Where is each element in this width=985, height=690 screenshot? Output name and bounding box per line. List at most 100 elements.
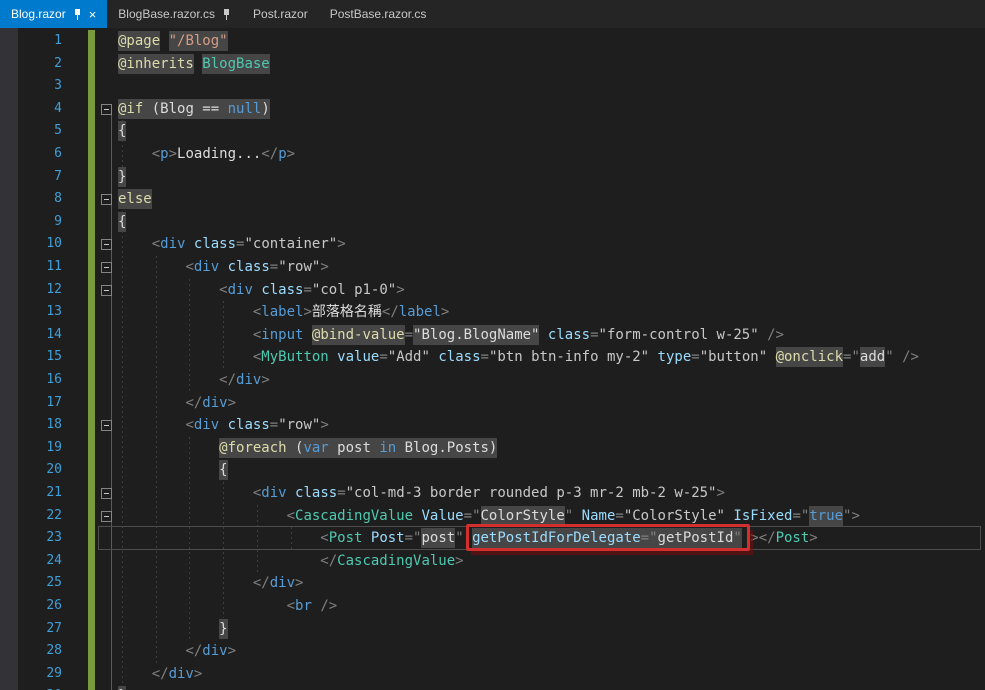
fold-collapse-icon[interactable] bbox=[101, 103, 112, 115]
code-text: </div> bbox=[252, 575, 304, 592]
code-line-28[interactable]: 28 </div> bbox=[0, 640, 985, 663]
line-number: 6 bbox=[54, 146, 62, 161]
code-line-4[interactable]: 4 @if (Blog == null) bbox=[0, 98, 985, 121]
line-number: 12 bbox=[46, 281, 62, 297]
code-editor-window: Blog.razor × BlogBase.razor.cs Post.razor Po… bbox=[0, 0, 985, 690]
close-icon[interactable]: × bbox=[89, 8, 97, 21]
line-number: 17 bbox=[46, 394, 62, 410]
code-line-17[interactable]: 17 </div> bbox=[0, 392, 985, 415]
fold-collapse-icon[interactable] bbox=[101, 262, 112, 273]
line-number: 21 bbox=[46, 485, 62, 500]
fold-collapse-icon[interactable] bbox=[101, 488, 112, 499]
code-text: </div> bbox=[219, 372, 270, 388]
line-number: 8 bbox=[54, 191, 62, 207]
code-line-7[interactable]: 7} bbox=[0, 166, 985, 189]
code-text: { bbox=[118, 211, 127, 232]
code-line-26[interactable]: 26 <br /> bbox=[0, 595, 985, 618]
pin-icon[interactable] bbox=[73, 8, 82, 21]
tab-post-razor[interactable]: Post.razor bbox=[242, 0, 319, 28]
code-line-11[interactable]: 11 <div class="row"> bbox=[0, 256, 985, 279]
editor-pane[interactable]: 1 @page "/Blog" 2 @inherits BlogBase 3 4 @if (… bbox=[0, 28, 985, 690]
line-number: 16 bbox=[46, 372, 62, 387]
code-line-8[interactable]: 8 else bbox=[0, 188, 985, 211]
tab-label: Post.razor bbox=[253, 7, 308, 21]
code-line-24[interactable]: 24 </CascadingValue> bbox=[0, 550, 985, 573]
code-line-27[interactable]: 27 } bbox=[0, 618, 985, 641]
tab-postbase-razor-cs[interactable]: PostBase.razor.cs bbox=[319, 0, 438, 28]
code-line-3[interactable]: 3 bbox=[0, 75, 985, 98]
fold-collapse-icon[interactable] bbox=[101, 239, 112, 251]
line-number: 1 bbox=[54, 33, 62, 48]
code-text: <div class="col p1-0"> bbox=[219, 281, 405, 298]
fold-collapse-icon[interactable] bbox=[101, 510, 112, 522]
line-number: 19 bbox=[46, 439, 62, 455]
code-text: @foreach (var post in Blog.Posts) bbox=[219, 437, 498, 458]
tab-blog-razor[interactable]: Blog.razor × bbox=[0, 0, 108, 28]
line-number: 13 bbox=[46, 304, 62, 320]
code-line-13[interactable]: 13 <label>部落格名稱</label> bbox=[0, 301, 985, 324]
code-text: @inherits BlogBase bbox=[118, 53, 270, 74]
tab-blogbase-razor-cs[interactable]: BlogBase.razor.cs bbox=[107, 0, 242, 28]
tab-label: PostBase.razor.cs bbox=[329, 7, 427, 21]
code-line-2[interactable]: 2 @inherits BlogBase bbox=[0, 53, 985, 76]
code-line-12[interactable]: 12 <div class="col p1-0"> bbox=[0, 279, 985, 302]
code-line-9[interactable]: 9{ bbox=[0, 211, 985, 234]
code-line-30[interactable]: 30} bbox=[0, 685, 985, 690]
code-line-29[interactable]: 29 </div> bbox=[0, 663, 985, 686]
line-number: 25 bbox=[46, 575, 62, 591]
fold-collapse-icon[interactable] bbox=[101, 194, 112, 206]
line-number: 15 bbox=[46, 349, 62, 365]
code-line-21[interactable]: 21 <div class="col-md-3 border rounded p… bbox=[0, 482, 985, 505]
line-number: 7 bbox=[54, 168, 62, 184]
code-text: </div> bbox=[185, 643, 237, 660]
code-line-14[interactable]: 14 <input @bind-value="Blog.BlogName" cl… bbox=[0, 324, 985, 347]
change-tracking-bar bbox=[88, 30, 95, 690]
tab-bar: Blog.razor × BlogBase.razor.cs Post.razor Po… bbox=[0, 0, 985, 28]
tab-label: BlogBase.razor.cs bbox=[118, 7, 216, 21]
tab-label: Blog.razor bbox=[11, 7, 66, 21]
line-number: 14 bbox=[46, 326, 62, 342]
code-text: } bbox=[118, 685, 127, 690]
code-text: <div class="col-md-3 border rounded p-3 … bbox=[252, 485, 725, 501]
line-number: 18 bbox=[46, 417, 62, 433]
code-line-19[interactable]: 19 @foreach (var post in Blog.Posts) bbox=[0, 437, 985, 460]
code-line-20[interactable]: 20 { bbox=[0, 459, 985, 482]
code-line-1[interactable]: 1 @page "/Blog" bbox=[0, 30, 985, 53]
line-number: 3 bbox=[54, 78, 62, 94]
code-text: </div> bbox=[185, 394, 237, 411]
code-text: @page "/Blog" bbox=[118, 31, 228, 51]
line-number: 29 bbox=[46, 665, 62, 681]
code-text: <div class="row"> bbox=[185, 417, 329, 434]
line-number: 4 bbox=[54, 100, 62, 116]
code-line-25[interactable]: 25 </div> bbox=[0, 572, 985, 595]
red-annotation-box bbox=[466, 524, 750, 552]
line-number: 23 bbox=[46, 530, 62, 546]
code-text: @if (Blog == null) bbox=[118, 98, 270, 119]
code-text: <br /> bbox=[286, 598, 338, 614]
code-text: <label>部落格名稱</label> bbox=[252, 304, 450, 321]
code-text: <p>Loading...</p> bbox=[151, 146, 296, 162]
code-text: <input @bind-value="Blog.BlogName" class… bbox=[252, 324, 784, 345]
code-text: { bbox=[219, 460, 228, 481]
pin-icon[interactable] bbox=[222, 8, 231, 21]
code-line-6[interactable]: 6 <p>Loading...</p> bbox=[0, 143, 985, 166]
code-text: } bbox=[219, 618, 228, 639]
line-number: 10 bbox=[46, 236, 62, 252]
code-line-16[interactable]: 16 </div> bbox=[0, 369, 985, 392]
code-line-10[interactable]: 10 <div class="container"> bbox=[0, 233, 985, 256]
line-number: 22 bbox=[46, 507, 62, 523]
line-number: 20 bbox=[46, 462, 62, 478]
code-text: { bbox=[118, 121, 127, 142]
fold-collapse-icon[interactable] bbox=[101, 420, 112, 432]
code-text: </CascadingValue> bbox=[320, 552, 464, 569]
code-text: <div class="row"> bbox=[185, 259, 329, 275]
code-line-18[interactable]: 18 <div class="row"> bbox=[0, 414, 985, 437]
code-line-5[interactable]: 5{ bbox=[0, 120, 985, 143]
line-number: 27 bbox=[46, 620, 62, 636]
line-number: 24 bbox=[46, 552, 62, 568]
code-text: else bbox=[118, 189, 152, 210]
line-number: 28 bbox=[46, 643, 62, 659]
code-line-15[interactable]: 15 <MyButton value="Add" class="btn btn-… bbox=[0, 346, 985, 369]
fold-collapse-icon[interactable] bbox=[101, 284, 112, 296]
line-number: 5 bbox=[54, 123, 62, 139]
